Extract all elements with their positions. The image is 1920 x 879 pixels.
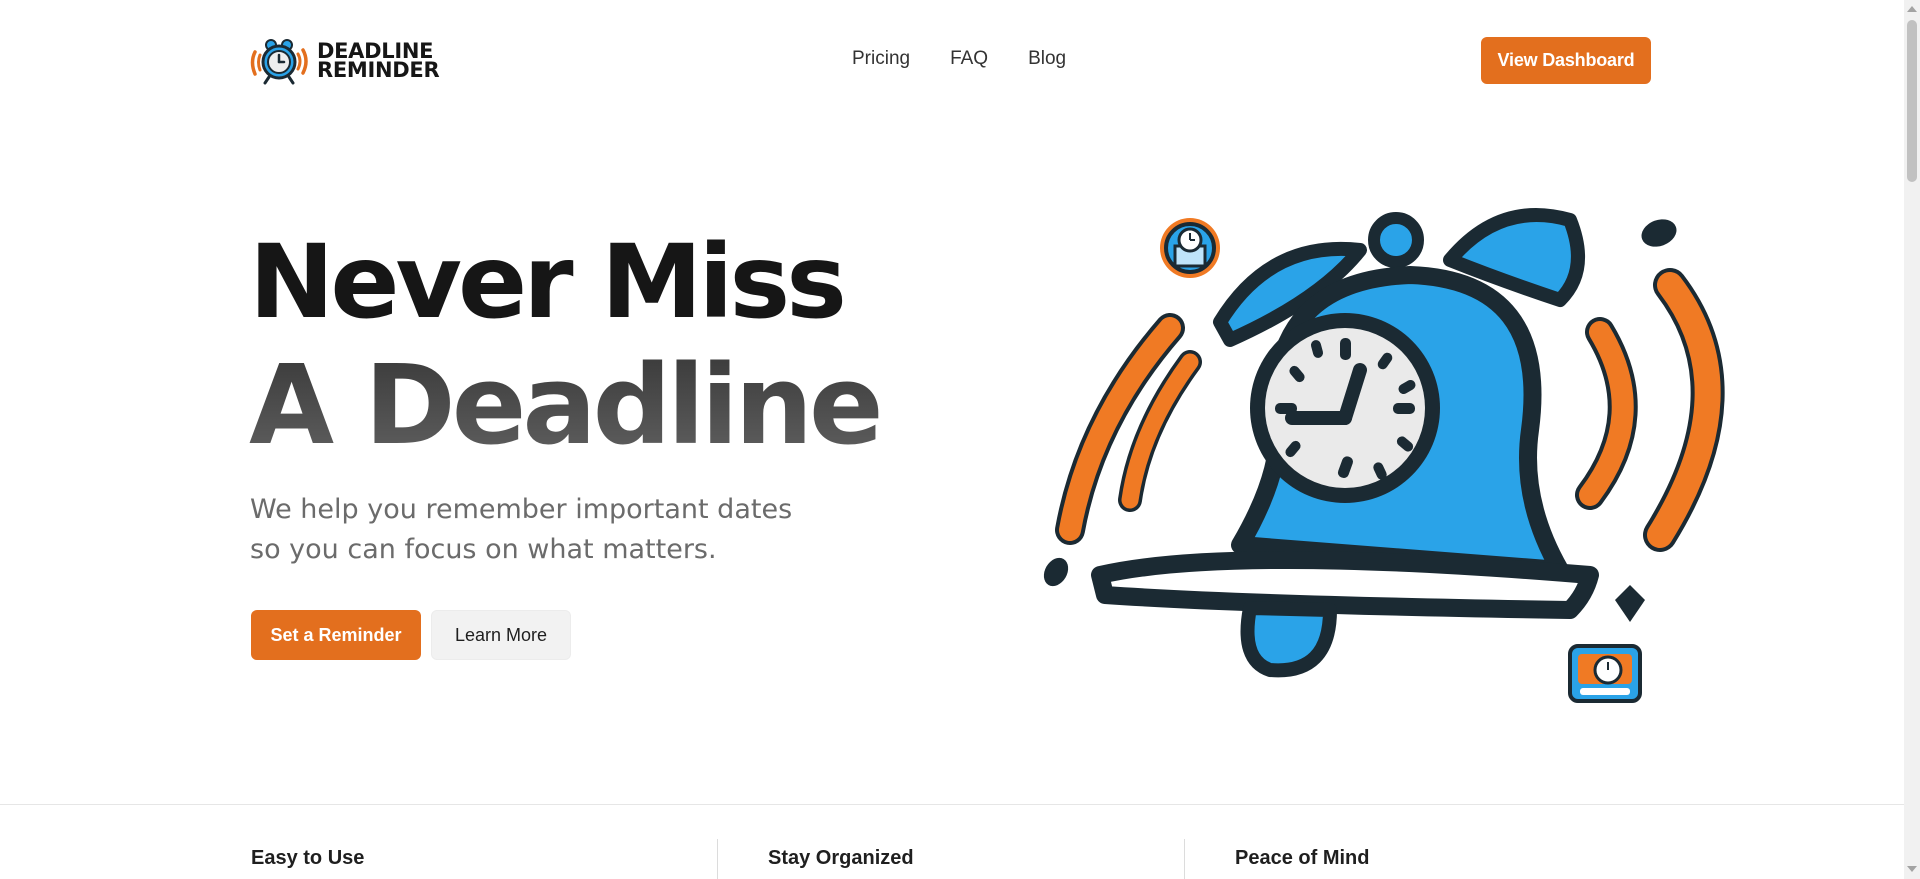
set-reminder-button[interactable]: Set a Reminder (251, 610, 421, 660)
scroll-up-arrow-icon[interactable] (1907, 6, 1917, 12)
features-strip: Easy to Use Stay Organized Peace of Mind (0, 805, 1904, 879)
main-nav: Pricing FAQ Blog (852, 48, 1066, 70)
logo-line-2: REMINDER (317, 58, 440, 82)
hero-subtitle-line-2: so you can focus on what matters. (250, 534, 717, 565)
hero-title-line-1: Never Miss (249, 223, 847, 342)
nav-link-pricing[interactable]: Pricing (852, 48, 910, 70)
learn-more-button[interactable]: Learn More (431, 610, 571, 660)
nav-link-blog[interactable]: Blog (1028, 48, 1066, 70)
site-header: DEADLINE REMINDER Pricing FAQ Blog View … (0, 0, 1904, 122)
feature-separator (1184, 839, 1185, 879)
feature-stay-organized-title: Stay Organized (768, 847, 914, 869)
hero-title: Never Miss A Deadline (249, 223, 884, 469)
logo-link[interactable]: DEADLINE REMINDER (249, 36, 440, 86)
feature-peace-of-mind-title: Peace of Mind (1235, 847, 1370, 869)
alarm-clock-icon (249, 36, 309, 86)
view-dashboard-button[interactable]: View Dashboard (1481, 37, 1651, 84)
page: DEADLINE REMINDER Pricing FAQ Blog View … (0, 0, 1904, 879)
hero-subtitle-line-1: We help you remember important dates (250, 494, 793, 525)
scrollbar-thumb[interactable] (1907, 20, 1917, 182)
feature-separator (717, 839, 718, 879)
vertical-scrollbar[interactable] (1904, 0, 1920, 879)
nav-link-faq[interactable]: FAQ (950, 48, 988, 70)
feature-easy-to-use-title: Easy to Use (251, 847, 365, 869)
scroll-down-arrow-icon[interactable] (1907, 866, 1917, 872)
hero-title-line-2: A Deadline (249, 341, 884, 469)
alarm-bell-illustration (1030, 200, 1750, 720)
hero-subtitle: We help you remember important dates so … (250, 490, 870, 570)
logo-wordmark: DEADLINE REMINDER (317, 41, 440, 82)
